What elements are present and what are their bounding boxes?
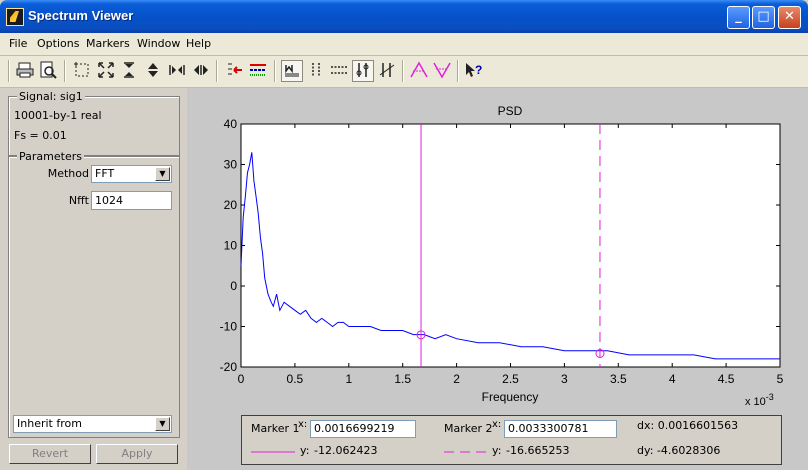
horizontal-markers-icon[interactable] (329, 61, 349, 81)
dy-readout: dy: -4.6028306 (637, 444, 721, 457)
nfft-input[interactable]: 1024 (91, 191, 172, 210)
chevron-down-icon[interactable]: ▼ (155, 167, 170, 181)
toolbar-separator (8, 60, 10, 82)
y-tick-label: 10 (224, 239, 238, 253)
y-tick-label: 30 (224, 158, 238, 172)
x-exponent-base: x 10 (745, 396, 766, 408)
signal-groupbox: Signal: sig1 10001-by-1 real Fs = 0.01 (8, 90, 180, 156)
method-label: Method (47, 167, 89, 180)
x-tick-label: 3 (561, 372, 568, 386)
x-tick-label: 0.5 (287, 372, 304, 386)
marker-readout-panel: Marker 1 x: 0.0016699219 y: -12.062423 M… (241, 415, 782, 465)
y-tick-label: 0 (230, 279, 237, 293)
chevron-down-icon[interactable]: ▼ (155, 417, 170, 431)
marker2-x-input[interactable]: 0.0033300781 (504, 420, 617, 438)
x-tick-label: 0 (238, 372, 245, 386)
zoom-in-x-icon[interactable] (167, 61, 187, 81)
marker2-x-label: x: (492, 419, 502, 430)
psd-chart[interactable]: PSD 40 30 20 10 0 -10 -20 0 0.5 1 1.5 2 2.5 3 3.5 4 4.5… (187, 88, 808, 418)
y-tick-label: 20 (224, 198, 238, 212)
toolbar-separator (402, 60, 404, 82)
sampling-frequency: Fs = 0.01 (14, 129, 67, 142)
chart-title: PSD (498, 104, 523, 118)
marker2-y-label: y: (492, 444, 502, 457)
nfft-label: Nfft (68, 194, 89, 207)
dx-readout: dx: 0.0016601563 (637, 419, 739, 432)
maximize-button[interactable]: □ (752, 6, 775, 29)
select-region-icon[interactable] (72, 61, 92, 81)
toolbar: ? (0, 56, 808, 88)
markers-icon[interactable] (281, 60, 303, 82)
inherit-from-value: Inherit from (17, 417, 82, 430)
menu-file[interactable]: File (9, 37, 27, 50)
print-icon[interactable] (15, 61, 35, 81)
slope-markers-icon[interactable] (377, 61, 397, 81)
left-panel: Signal: sig1 10001-by-1 real Fs = 0.01 P… (0, 88, 184, 470)
zoom-x-icon[interactable] (119, 61, 139, 81)
close-button[interactable]: ✕ (778, 6, 801, 29)
marker2-line-sample (444, 451, 488, 453)
revert-button[interactable]: Revert (9, 444, 91, 464)
marker1-x-input[interactable]: 0.0016699219 (310, 420, 416, 438)
parameters-label: Parameters (17, 150, 84, 163)
peak-markers-icon[interactable] (409, 61, 429, 81)
x-exponent-power: -3 (766, 392, 774, 402)
x-exponent-label: x 10-3 (745, 392, 774, 408)
menu-window[interactable]: Window (137, 37, 180, 50)
signal-label: Signal: sig1 (17, 90, 85, 103)
marker2-y-value: -16.665253 (506, 444, 570, 457)
plot-axes-box (240, 123, 781, 368)
inherit-from-select[interactable]: Inherit from ▼ (13, 415, 172, 433)
toolbar-separator (64, 60, 66, 82)
toolbar-separator (216, 60, 218, 82)
valley-markers-icon[interactable] (432, 61, 452, 81)
method-select[interactable]: FFT ▼ (91, 165, 172, 183)
apply-button[interactable]: Apply (96, 444, 178, 464)
x-tick-label: 2 (453, 372, 460, 386)
x-tick-label: 1 (345, 372, 352, 386)
x-tick-label: 3.5 (610, 372, 627, 386)
marker1-y-label: y: (300, 444, 310, 457)
method-value: FFT (95, 167, 115, 180)
zoom-out-x-icon[interactable] (191, 61, 211, 81)
signal-size: 10001-by-1 real (14, 109, 102, 122)
toolbar-separator (457, 60, 459, 82)
svg-text:?: ? (475, 63, 482, 77)
menu-help[interactable]: Help (186, 37, 211, 50)
zoom-full-icon[interactable] (96, 61, 116, 81)
marker1-y-value: -12.062423 (314, 444, 378, 457)
window-title: Spectrum Viewer (28, 8, 134, 23)
menu-markers[interactable]: Markers (86, 37, 130, 50)
print-preview-icon[interactable] (38, 61, 58, 81)
y-tick-label: -10 (220, 320, 238, 334)
y-tick-label: 40 (224, 117, 238, 131)
zoom-y-icon[interactable] (143, 61, 163, 81)
menu-bar: File Options Markers Window Help (0, 33, 808, 56)
x-tick-label: 1.5 (394, 372, 411, 386)
menu-options[interactable]: Options (37, 37, 79, 50)
title-bar: Spectrum Viewer _ □ ✕ (0, 0, 808, 33)
x-axis-label: Frequency (482, 390, 539, 404)
marker1-label: Marker 1 (251, 422, 300, 435)
track-markers-icon[interactable] (352, 60, 374, 82)
marker1-line-sample (251, 451, 295, 453)
x-tick-label: 4 (669, 372, 676, 386)
minimize-button[interactable]: _ (727, 6, 750, 29)
marker2-label: Marker 2 (444, 422, 493, 435)
x-tick-label: 4.5 (718, 372, 735, 386)
x-tick-label: 2.5 (502, 372, 519, 386)
toolbar-separator (274, 60, 276, 82)
marker1-x-label: x: (298, 419, 308, 430)
matlab-icon (6, 8, 24, 26)
whats-this-icon[interactable]: ? (464, 61, 484, 81)
vertical-markers-icon[interactable] (306, 61, 326, 81)
y-tick-label: -20 (220, 360, 238, 374)
spectrum-select-icon[interactable] (224, 61, 244, 81)
spectrum-properties-icon[interactable] (248, 61, 268, 81)
parameters-groupbox: Parameters Method FFT ▼ Nfft 1024 Inheri… (8, 150, 180, 438)
x-tick-label: 5 (777, 372, 784, 386)
